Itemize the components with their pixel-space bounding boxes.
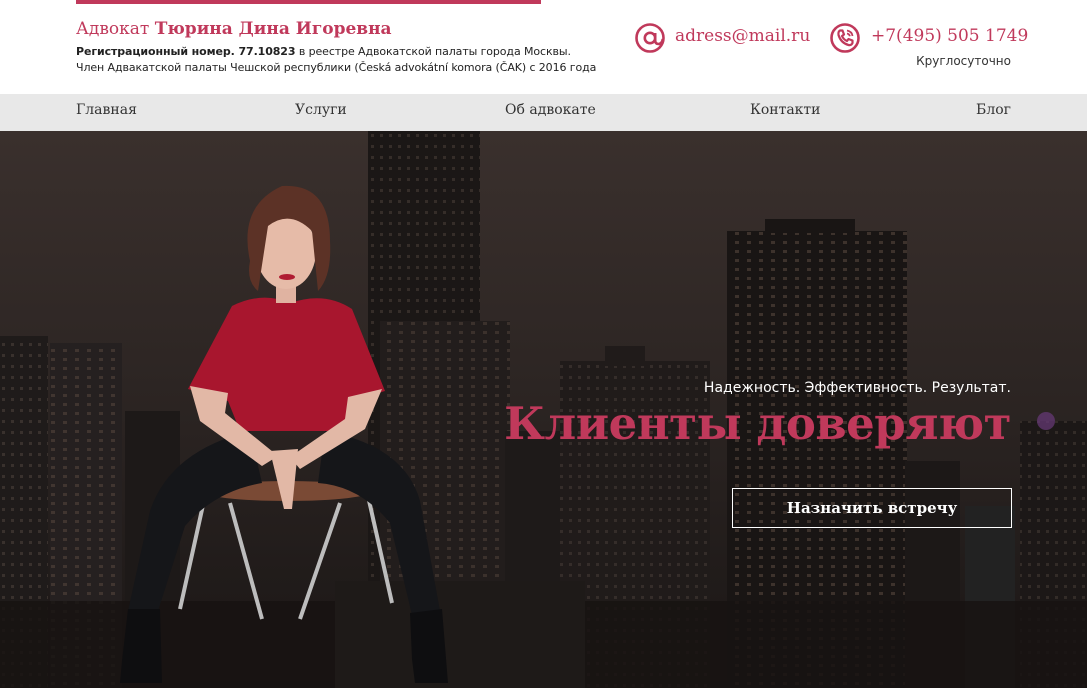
title-name: Тюрина Дина Игоревна	[154, 19, 392, 39]
title-prefix: Адвокат	[76, 19, 150, 39]
membership-line: Член Адвакатской палаты Чешской республи…	[76, 61, 597, 74]
phone-link[interactable]: +7(495) 505 1749	[871, 26, 1028, 46]
phone-icon[interactable]	[829, 22, 861, 54]
accent-bar	[76, 0, 541, 4]
main-navigation: Главная Услуги Об адвокате Контакти Блог	[0, 94, 1087, 131]
nav-item-home[interactable]: Главная	[76, 102, 137, 118]
book-appointment-button[interactable]: Назначить встречу	[732, 488, 1012, 528]
registration-rest: в реестре Адвокатской палаты города Моск…	[295, 45, 571, 58]
registration-number: Регистрационный номер. 77.10823	[76, 45, 296, 58]
nav-item-contacts[interactable]: Контакти	[750, 102, 821, 118]
at-sign-icon[interactable]	[634, 22, 666, 54]
email-link[interactable]: adress@mail.ru	[675, 26, 810, 46]
hero-tagline: Надежность. Эффективность. Результат.	[703, 380, 1011, 396]
lawyer-name-title[interactable]: Адвокат Тюрина Дина Игоревна	[76, 19, 392, 39]
nav-item-services[interactable]: Услуги	[295, 102, 347, 118]
hero-banner: Надежность. Эффективность. Результат. Кл…	[0, 131, 1087, 688]
site-header: Адвокат Тюрина Дина Игоревна Регистрацио…	[0, 0, 1087, 94]
nav-item-about[interactable]: Об адвокате	[505, 102, 596, 118]
nav-item-blog[interactable]: Блог	[976, 102, 1011, 118]
working-hours: Круглосуточно	[916, 54, 1011, 68]
registration-line: Регистрационный номер. 77.10823 в реестр…	[76, 45, 571, 58]
hero-headline: Клиенты доверяют	[504, 397, 1011, 450]
